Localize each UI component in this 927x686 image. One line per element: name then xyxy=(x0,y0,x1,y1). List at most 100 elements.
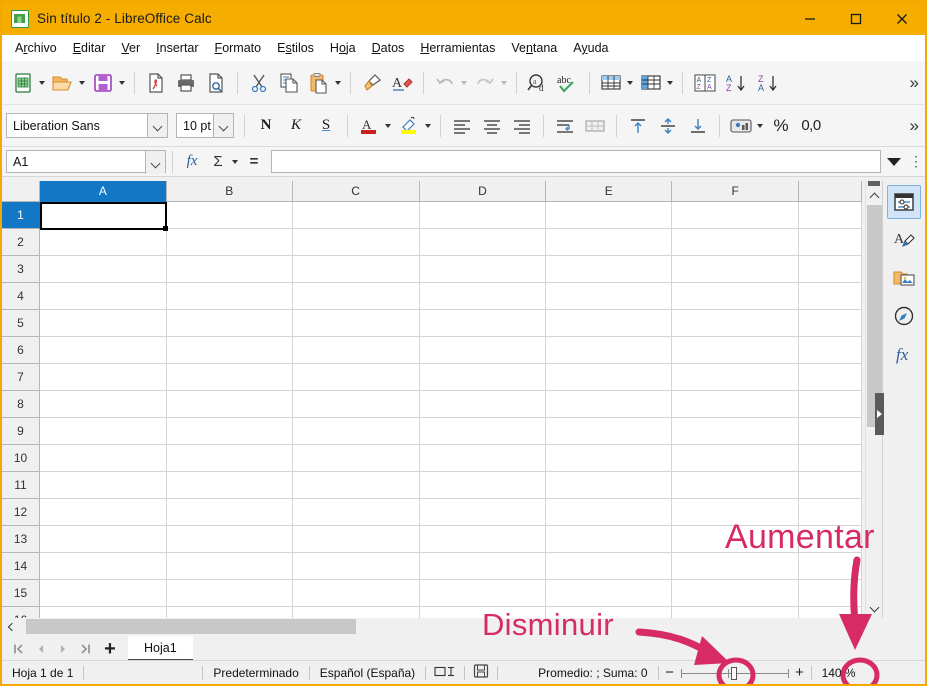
grid-cell[interactable] xyxy=(167,418,293,445)
grid-cell[interactable] xyxy=(420,256,547,283)
name-box[interactable]: A1 xyxy=(6,150,166,173)
sidebar-item-functions[interactable]: fx xyxy=(887,337,921,371)
save-document-dropdown-icon[interactable] xyxy=(119,81,125,85)
grid-cell[interactable] xyxy=(420,310,547,337)
sort-ascending-icon[interactable]: AZ xyxy=(721,67,753,99)
paste-icon[interactable] xyxy=(304,67,334,99)
column-icon[interactable] xyxy=(636,67,666,99)
row-header-6[interactable]: 6 xyxy=(2,337,40,364)
grid-cell[interactable] xyxy=(420,526,547,553)
select-all-corner[interactable] xyxy=(2,181,40,202)
grid-cell[interactable] xyxy=(40,472,167,499)
next-sheet-button[interactable] xyxy=(52,638,74,660)
unsaved-changes-icon[interactable] xyxy=(465,664,497,681)
grid-cell[interactable] xyxy=(799,472,862,499)
zoom-slider-thumb[interactable] xyxy=(731,667,737,680)
grid-cell[interactable] xyxy=(672,526,799,553)
new-document-icon[interactable] xyxy=(8,67,38,99)
column-header-a[interactable]: A xyxy=(40,181,167,202)
minimize-button[interactable] xyxy=(787,2,833,35)
row-header-16[interactable]: 16 xyxy=(2,607,40,618)
grid-cell[interactable] xyxy=(799,391,862,418)
bold-button[interactable]: N xyxy=(251,110,281,142)
sidebar-item-styles[interactable]: A xyxy=(887,223,921,257)
font-color-icon[interactable]: A xyxy=(354,110,384,142)
grid-cell[interactable] xyxy=(293,526,420,553)
horizontal-scroll-track[interactable] xyxy=(18,619,862,634)
grid-cell[interactable] xyxy=(293,445,420,472)
grid-cell[interactable] xyxy=(293,337,420,364)
split-handle[interactable] xyxy=(868,181,880,186)
grid-cell[interactable] xyxy=(293,580,420,607)
undo-dropdown-icon[interactable] xyxy=(461,81,467,85)
scroll-down-button[interactable] xyxy=(866,600,883,618)
toolbar-overflow-button[interactable]: » xyxy=(910,74,919,91)
grid-cell[interactable] xyxy=(546,202,672,229)
grid-cell[interactable] xyxy=(420,580,547,607)
decimal-format-button[interactable]: 0,0 xyxy=(796,110,826,142)
clear-formatting-icon[interactable]: A xyxy=(387,67,417,99)
grid-cell[interactable] xyxy=(420,607,547,618)
grid-cell[interactable] xyxy=(40,337,167,364)
italic-button[interactable]: K xyxy=(281,110,311,142)
print-preview-icon[interactable] xyxy=(201,67,231,99)
row-header-15[interactable]: 15 xyxy=(2,580,40,607)
row-header-13[interactable]: 13 xyxy=(2,526,40,553)
row-header-8[interactable]: 8 xyxy=(2,391,40,418)
row-header-12[interactable]: 12 xyxy=(2,499,40,526)
grid-cell[interactable] xyxy=(420,283,547,310)
print-icon[interactable] xyxy=(171,67,201,99)
grid-cell[interactable] xyxy=(167,553,293,580)
align-center-icon[interactable] xyxy=(477,110,507,142)
zoom-out-button[interactable]: − xyxy=(659,664,681,682)
grid-cell[interactable] xyxy=(672,202,799,229)
grid-cell[interactable] xyxy=(40,391,167,418)
grid-cell[interactable] xyxy=(293,418,420,445)
sum-icon[interactable]: Σ xyxy=(205,153,231,170)
sidebar-item-navigator[interactable] xyxy=(887,299,921,333)
underline-button[interactable]: S xyxy=(311,110,341,142)
grid-cell[interactable] xyxy=(293,256,420,283)
grid-cell[interactable] xyxy=(799,310,862,337)
row-header-5[interactable]: 5 xyxy=(2,310,40,337)
row-header-3[interactable]: 3 xyxy=(2,256,40,283)
grid-cell[interactable] xyxy=(546,283,672,310)
grid-cell[interactable] xyxy=(799,526,862,553)
percent-format-button[interactable]: % xyxy=(766,110,796,142)
grid-cell[interactable] xyxy=(40,229,167,256)
grid-cell[interactable] xyxy=(40,418,167,445)
grid-cell[interactable] xyxy=(799,553,862,580)
previous-sheet-button[interactable] xyxy=(30,638,52,660)
align-middle-icon[interactable] xyxy=(653,110,683,142)
grid-cell[interactable] xyxy=(799,607,862,618)
function-wizard-icon[interactable]: fx xyxy=(179,153,205,170)
grid-cells[interactable] xyxy=(40,202,862,618)
grid-cell[interactable] xyxy=(546,364,672,391)
paste-dropdown-icon[interactable] xyxy=(335,81,341,85)
currency-format-icon[interactable] xyxy=(726,110,756,142)
grid-cell[interactable] xyxy=(420,418,547,445)
menu-datos[interactable]: Datos xyxy=(364,38,413,58)
grid-cell[interactable] xyxy=(546,391,672,418)
grid-cell[interactable] xyxy=(799,499,862,526)
merge-cells-icon[interactable] xyxy=(580,110,610,142)
grid-cell[interactable] xyxy=(40,607,167,618)
grid-cell[interactable] xyxy=(40,499,167,526)
grid-cell[interactable] xyxy=(167,526,293,553)
menu-ayuda[interactable]: Ayuda xyxy=(565,38,616,58)
sidebar-settings-icon[interactable]: ⋮ xyxy=(907,153,925,170)
last-sheet-button[interactable] xyxy=(74,638,96,660)
menu-hoja[interactable]: Hoja xyxy=(322,38,364,58)
row-header-10[interactable]: 10 xyxy=(2,445,40,472)
sum-dropdown-icon[interactable] xyxy=(232,160,238,164)
grid-cell[interactable] xyxy=(420,364,547,391)
redo-icon[interactable] xyxy=(470,67,500,99)
name-box-dropdown-icon[interactable] xyxy=(145,151,165,174)
spreadsheet-grid[interactable]: A B C D E F 1 2 3 4 5 6 7 8 9 10 11 12 xyxy=(2,181,862,618)
grid-cell[interactable] xyxy=(293,229,420,256)
grid-cell[interactable] xyxy=(799,364,862,391)
grid-cell[interactable] xyxy=(546,310,672,337)
grid-cell[interactable] xyxy=(672,256,799,283)
grid-cell[interactable] xyxy=(672,229,799,256)
row-header-14[interactable]: 14 xyxy=(2,553,40,580)
